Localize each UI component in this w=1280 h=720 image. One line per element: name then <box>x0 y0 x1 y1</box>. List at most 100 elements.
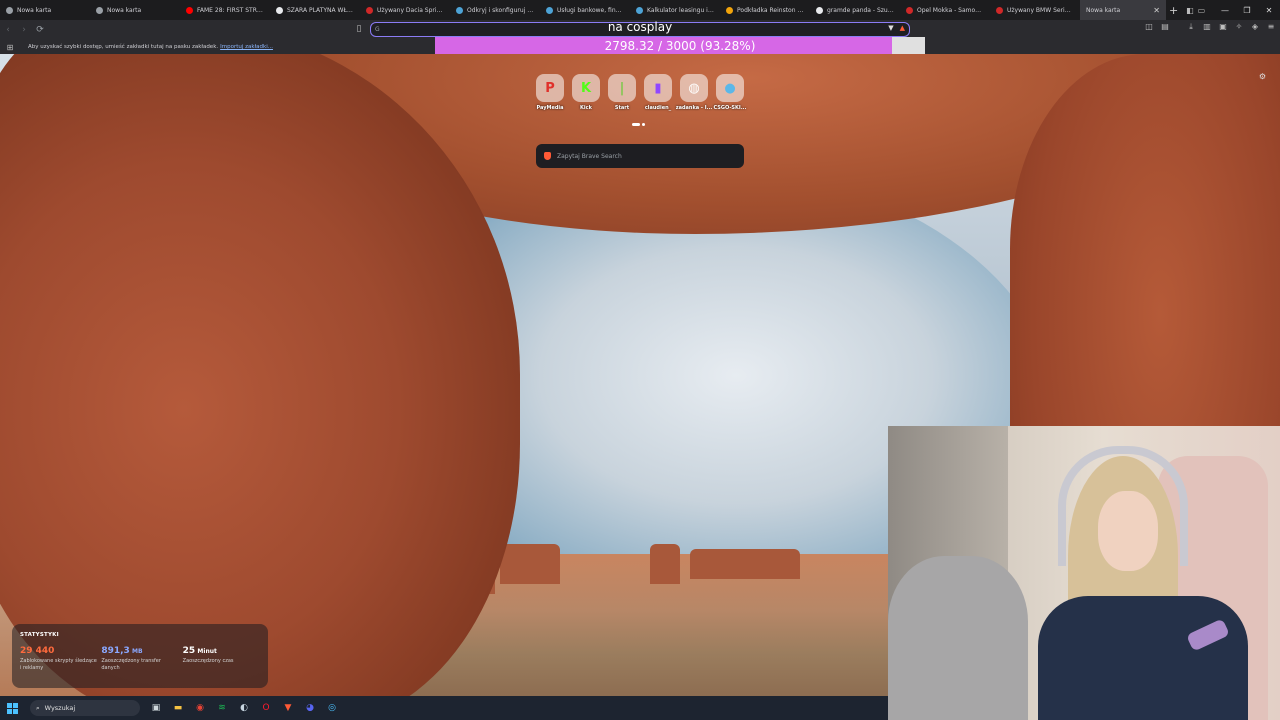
speed-dial-label: Kick <box>580 105 592 111</box>
browser-tab[interactable]: Usługi bankowe, finanse <box>540 0 630 20</box>
speed-dial-item[interactable]: P PayMedia <box>536 74 564 111</box>
browser-tab[interactable]: Odkryj i skonfiguruj wsz <box>450 0 540 20</box>
tab-title: SZARA PLATYNA WŁOSY <box>287 6 354 14</box>
pager-dot[interactable] <box>642 123 645 126</box>
opera-icon[interactable]: O <box>258 700 274 716</box>
speed-dial-label: claudien_ <box>644 105 672 111</box>
speed-dial-pager <box>632 123 645 126</box>
stat-item: 891,3 MB Zaoszczędzony transfer danych <box>101 646 178 671</box>
tab-title: Używany Dacia Spring 2 <box>377 6 444 14</box>
speed-dial-label: CSGO-SKI... <box>713 105 747 111</box>
windows-taskbar: ⌕ Wyszukaj ▣ ▬ ◉ ≋ ◐ O ▼ ◕ ◎ <box>0 696 888 720</box>
tab-title: Nowa karta <box>17 6 52 14</box>
speed-dial-favicon-icon: ◍ <box>680 74 708 102</box>
steam-icon[interactable]: ◐ <box>236 700 252 716</box>
reading-list-icon[interactable]: ▥ <box>1202 22 1212 32</box>
close-tab-icon[interactable]: ✕ <box>1153 6 1160 15</box>
wallet-icon[interactable]: ▤ <box>1160 22 1170 32</box>
speed-dial-item[interactable]: | Start <box>608 74 636 111</box>
stats-title: STATYSTYKI <box>20 632 59 638</box>
stat-description: Zablokowane skrypty śledzące i reklamy <box>20 658 97 671</box>
reload-button[interactable]: ⟳ <box>32 22 48 38</box>
tab-favicon-icon <box>276 6 283 14</box>
active-tab-title: Nowa karta <box>1086 6 1121 14</box>
tab-favicon-icon <box>816 6 823 14</box>
webcam-blanket <box>888 556 1028 720</box>
brave-search-box[interactable]: Zapytaj Brave Search <box>536 144 744 168</box>
apps-grid-icon[interactable]: ⊞ <box>0 43 20 52</box>
new-tab-button[interactable]: + <box>1166 0 1181 20</box>
speed-dial-item[interactable]: ▮ claudien_ <box>644 74 672 111</box>
tab-favicon-icon <box>906 6 913 14</box>
browser-tab[interactable]: Podkładka Reinston EMF <box>720 0 810 20</box>
close-window-button[interactable]: ✕ <box>1258 0 1280 20</box>
leo-icon[interactable]: ✧ <box>1234 22 1244 32</box>
start-button[interactable] <box>0 696 24 720</box>
webcam-headset <box>1058 446 1188 566</box>
chrome-icon[interactable]: ◉ <box>192 700 208 716</box>
browser-tab[interactable]: gramde panda - Szukaj - <box>810 0 900 20</box>
file-explorer-icon[interactable]: ▬ <box>170 700 186 716</box>
tab-title: Nowa karta <box>107 6 142 14</box>
browser-tab[interactable]: Kalkulator leasingu i kre <box>630 0 720 20</box>
window-controls: — ❐ ✕ <box>1214 0 1280 20</box>
menu-icon[interactable]: ≡ <box>1266 22 1276 32</box>
discord-icon[interactable]: ◕ <box>302 700 318 716</box>
speed-dial-item[interactable]: ● CSGO-SKI... <box>713 74 747 111</box>
stat-value: 25 <box>182 646 196 656</box>
bookmarks-hint: Aby uzyskać szybki dostęp, umieść zakład… <box>28 44 219 50</box>
vpn-icon[interactable]: ◈ <box>1250 22 1260 32</box>
browser-tab[interactable]: Nowa karta <box>0 0 90 20</box>
goal-progress-bar: 2798.32 / 3000 (93.28%) <box>435 37 925 54</box>
taskbar-search-label: Wyszukaj <box>44 704 76 712</box>
speed-dial: P PayMedia K Kick | Start ▮ claudien_ ◍ zadanka -… <box>536 74 747 111</box>
active-tab[interactable]: Nowa karta ✕ <box>1080 0 1166 20</box>
task-view-icon[interactable]: ▣ <box>148 700 164 716</box>
background-rock-left <box>0 54 520 696</box>
browser-tab[interactable]: Używany BMW Seria 5 2 <box>990 0 1080 20</box>
spotify-icon[interactable]: ≋ <box>214 700 230 716</box>
tab-search-icon[interactable]: ◧ <box>1186 6 1194 15</box>
back-button[interactable]: ‹ <box>0 22 16 38</box>
background-mesa <box>650 544 680 584</box>
brave-icon[interactable]: ▼ <box>280 700 296 716</box>
customize-icon[interactable]: ⚙ <box>1259 72 1266 81</box>
stats-row: 29 440 Zablokowane skrypty śledzące i re… <box>20 646 260 671</box>
taskbar-search[interactable]: ⌕ Wyszukaj <box>30 700 140 716</box>
tab-favicon-icon <box>366 6 373 14</box>
pager-dot[interactable] <box>632 123 640 126</box>
speed-dial-item[interactable]: K Kick <box>572 74 600 111</box>
minimize-button[interactable]: — <box>1214 0 1236 20</box>
speed-dial-item[interactable]: ◍ zadanka - I... <box>676 74 712 111</box>
browser-tab[interactable]: Opel Mokka - Samochod <box>900 0 990 20</box>
stat-value: 891,3 <box>101 646 130 656</box>
goal-title: na cosplay <box>607 20 673 34</box>
search-engine-icon: G <box>375 26 380 33</box>
downloads-icon[interactable]: ⤓ <box>1186 22 1196 32</box>
tab-title: Używany BMW Seria 5 2 <box>1007 6 1074 14</box>
restore-button[interactable]: ❐ <box>1236 0 1258 20</box>
import-bookmarks-link[interactable]: Importuj zakładki... <box>220 44 273 50</box>
tab-title: Opel Mokka - Samochod <box>917 6 984 14</box>
speed-dial-favicon-icon: ● <box>716 74 744 102</box>
webcam-overlay <box>888 426 1280 720</box>
app-icon[interactable]: ◎ <box>324 700 340 716</box>
tab-list-icon[interactable]: ▭ <box>1198 6 1206 15</box>
brave-logo-icon <box>544 152 551 160</box>
tab-favicon-icon <box>996 6 1003 14</box>
shields-icon[interactable]: ▼ <box>888 24 893 32</box>
sidebar-icon[interactable]: ◫ <box>1144 22 1154 32</box>
tab-favicon-icon <box>546 6 553 14</box>
browser-tab[interactable]: Używany Dacia Spring 2 <box>360 0 450 20</box>
browser-tab[interactable]: Nowa karta <box>90 0 180 20</box>
bookmark-icon[interactable]: ▯ <box>353 22 365 36</box>
taskbar-apps: ▣ ▬ ◉ ≋ ◐ O ▼ ◕ ◎ <box>148 700 340 716</box>
browser-tab[interactable]: FAME 28: FIRST STRIKE | <box>180 0 270 20</box>
stat-description: Zaoszczędzony czas <box>182 658 234 664</box>
tab-title: Podkładka Reinston EMF <box>737 6 804 14</box>
search-placeholder: Zapytaj Brave Search <box>557 152 622 160</box>
browser-tab[interactable]: SZARA PLATYNA WŁOSY <box>270 0 360 20</box>
forward-button[interactable]: › <box>16 22 32 38</box>
rewards-icon[interactable]: ▲ <box>900 24 905 32</box>
tab-groups-icon[interactable]: ▣ <box>1218 22 1228 32</box>
